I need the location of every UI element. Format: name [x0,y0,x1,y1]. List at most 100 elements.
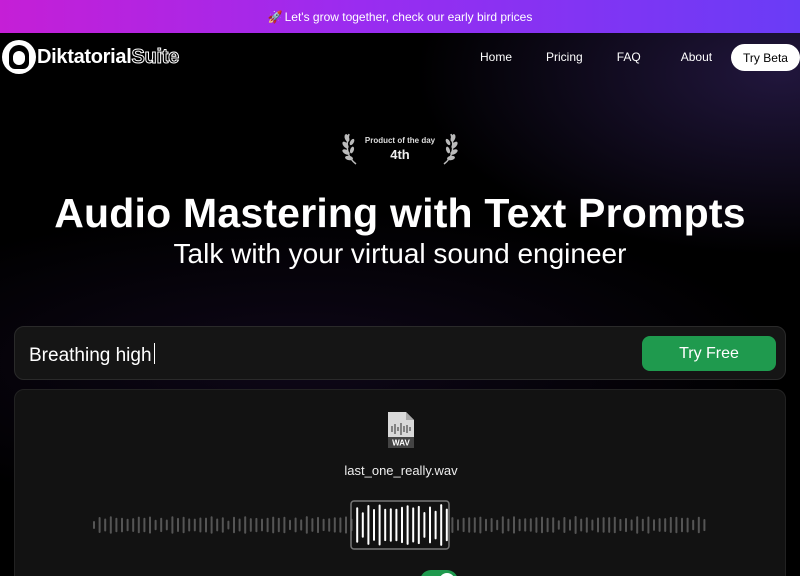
waveform-bar [216,518,219,532]
waveform-bar [451,517,454,533]
waveform-bar [641,518,644,532]
brand-name-bold: Diktatorial [37,45,132,68]
waveform-bar [294,517,297,533]
waveform-bar [395,508,398,542]
waveform-bar [434,510,437,540]
badge-rank: 4th [390,147,410,162]
waveform-bar [462,517,465,533]
waveform-bar [445,508,448,542]
waveform-bar [367,505,370,545]
wav-file-icon: WAV [388,412,414,448]
waveform-bar [322,518,325,532]
waveform-bar [496,519,499,531]
waveform-bar [188,518,191,532]
waveform-bar [154,519,157,531]
waveform-bar [686,517,689,533]
audio-waveform[interactable] [15,500,787,550]
waveform-bar [653,519,655,531]
waveform-bar [468,517,471,533]
nav-link-home[interactable]: Home [480,50,512,64]
waveform-bar [546,517,549,533]
waveform-bar [345,516,347,534]
waveform-bar [574,516,577,534]
waveform-bar [311,518,314,532]
waveform-bar [199,517,202,533]
brand-name-outline: Suite [131,45,180,68]
laurel-left-icon [342,133,357,165]
waveform-bar [373,509,375,541]
brand-logo[interactable]: DiktatorialSuite [2,40,180,74]
waveform-bar [625,518,627,533]
waveform-bar [423,512,426,538]
waveform-bar [272,516,275,534]
waveform-bar [473,517,476,533]
try-beta-button[interactable]: Try Beta [731,44,800,71]
waveform-bar [406,505,409,545]
waveform-bar [361,512,364,538]
waveform-bar [636,516,639,534]
waveform-bar [675,516,678,534]
waveform-bar [535,517,538,533]
waveform-bar [277,517,280,533]
waveform-bar [681,517,683,533]
nav-links: Home Pricing FAQ About [480,33,746,81]
enhance-toggle[interactable] [420,570,458,576]
waveform-bar [109,516,112,534]
waveform-bar [238,518,241,532]
waveform-bar [529,518,532,532]
waveform-bar [692,519,695,531]
waveform-bar [255,517,258,533]
nav-link-about[interactable]: About [681,50,712,64]
badge-label: Product of the day [364,136,436,145]
waveform-bar [193,518,196,532]
laurel-right-icon [443,133,458,165]
waveform-bar [501,516,504,534]
waveform-bar [401,506,403,544]
waveform-bar [384,508,387,542]
waveform-selection[interactable] [350,500,450,550]
waveform-bar [115,517,118,533]
prompt-input-box[interactable]: Breathing high Try Free [14,326,786,380]
promo-banner[interactable]: 🚀 Let's grow together, check our early b… [0,0,800,33]
waveform-bar [485,518,487,532]
wav-file-icon-label: WAV [392,439,410,448]
waveform-bar [479,516,482,534]
waveform-bar [171,516,174,534]
waveform-bar [210,516,213,534]
waveform-bar [412,507,415,543]
waveform-bar [585,517,588,533]
waveform-bar [552,517,555,533]
hero-title: Audio Mastering with Text Prompts [54,190,746,236]
waveform-bar [356,507,359,543]
waveform-bar [664,518,667,532]
waveform-bar [244,516,247,534]
audio-player-panel: WAV last_one_really.wav [14,389,786,576]
waveform-bar [104,518,107,532]
waveform-bar [524,518,527,532]
waveform-bar [389,508,392,542]
waveform-bar [289,519,291,531]
prompt-input-value: Breathing high [29,345,152,366]
waveform-bar [283,516,286,534]
waveform-bar [98,517,101,533]
waveform-bar [429,506,431,544]
waveform-bar [417,505,420,545]
waveform-bar [703,519,706,532]
prompt-input[interactable]: Breathing high [29,343,156,367]
waveform-bar [266,517,269,533]
waveform-bar [613,516,616,534]
waveform-bar [227,520,230,530]
waveform-bar [378,504,381,546]
waveform-bar [669,516,672,533]
waveform-bar [339,517,342,533]
waveform-bar [149,516,151,534]
waveform-bar [563,517,566,533]
waveform-bar [165,519,168,531]
waveform-bar [541,516,543,534]
waveform-bar [160,517,163,533]
product-of-the-day-badge[interactable]: Product of the day 4th [340,128,460,170]
waveform-bar [490,518,493,533]
nav-link-pricing[interactable]: Pricing [546,50,583,64]
nav-link-faq[interactable]: FAQ [617,50,641,64]
try-free-button[interactable]: Try Free [642,336,776,371]
